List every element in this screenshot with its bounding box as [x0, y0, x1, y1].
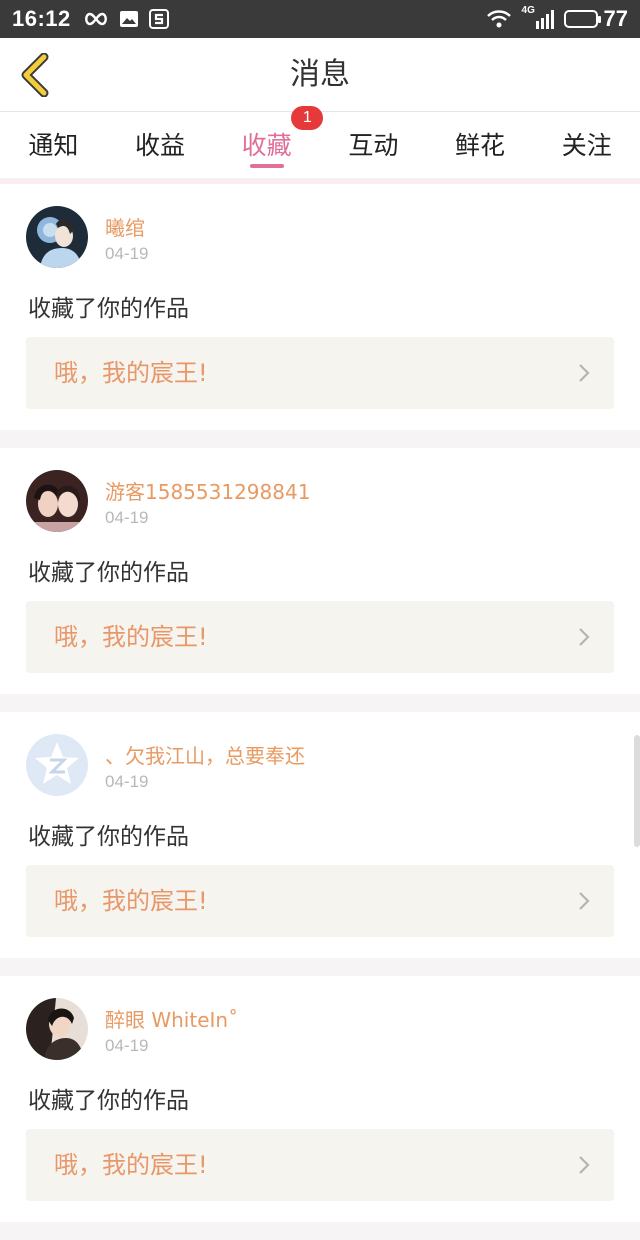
action-text: 收藏了你的作品 — [28, 296, 189, 322]
tab-favorites[interactable]: 收藏 1 — [213, 106, 324, 178]
tab-notifications[interactable]: 通知 — [0, 112, 107, 178]
tab-earnings[interactable]: 收益 — [107, 112, 214, 178]
wifi-icon — [486, 10, 511, 28]
signal-icon: 4G — [522, 5, 554, 29]
chevron-right-icon — [579, 628, 590, 646]
tab-label: 关注 — [561, 131, 612, 160]
work-title: 哦，我的宸王! — [54, 1151, 208, 1179]
network-type: 4G — [521, 5, 535, 16]
chevron-right-icon — [579, 1156, 590, 1174]
work-link[interactable]: 哦，我的宸王! — [26, 865, 614, 937]
work-title: 哦，我的宸王! — [54, 887, 208, 915]
tab-follows[interactable]: 关注 — [533, 112, 640, 178]
work-title: 哦，我的宸王! — [54, 359, 208, 387]
chevron-right-icon — [579, 892, 590, 910]
list-item: 曦绾 04-19 收藏了你的作品 哦，我的宸王! — [0, 184, 640, 430]
user-name[interactable]: 醉眼 WhiteIn˚ — [105, 1004, 238, 1033]
tab-label: 收藏 — [241, 131, 292, 160]
tab-label: 鲜花 — [455, 131, 506, 160]
scrollbar[interactable] — [634, 735, 640, 847]
action-text: 收藏了你的作品 — [28, 824, 189, 850]
list-item: 、欠我江山，总要奉还 04-19 收藏了你的作品 哦，我的宸王! — [0, 712, 640, 958]
active-tab-indicator — [249, 164, 284, 168]
app-s-icon — [148, 9, 169, 29]
work-link[interactable]: 哦，我的宸王! — [26, 1129, 614, 1201]
battery-percent: 77 — [603, 6, 628, 31]
chevron-right-icon — [579, 364, 590, 382]
tab-flowers[interactable]: 鲜花 — [427, 112, 534, 178]
tab-label: 互动 — [348, 131, 399, 160]
tab-label: 通知 — [28, 131, 79, 160]
avatar[interactable] — [26, 998, 88, 1060]
header: 消息 — [0, 38, 640, 112]
user-name[interactable]: 曦绾 — [105, 212, 145, 241]
tab-interactions[interactable]: 互动 — [320, 112, 427, 178]
battery-indicator: 77 — [563, 6, 628, 32]
timestamp: 04-19 — [105, 772, 149, 791]
battery-icon — [563, 10, 601, 28]
work-link[interactable]: 哦，我的宸王! — [26, 601, 614, 673]
timestamp: 04-19 — [105, 508, 149, 527]
timestamp: 04-19 — [105, 244, 149, 263]
default-avatar-icon — [26, 734, 88, 796]
tab-bar: 通知 收益 收藏 1 互动 鲜花 关注 — [0, 106, 640, 178]
avatar[interactable] — [26, 470, 88, 532]
image-icon — [119, 11, 138, 27]
avatar[interactable] — [26, 206, 88, 268]
list-item: 醉眼 WhiteIn˚ 04-19 收藏了你的作品 哦，我的宸王! — [0, 976, 640, 1222]
tab-label: 收益 — [135, 131, 186, 160]
status-bar: 16:12 4G 77 — [0, 0, 640, 38]
infinity-icon — [84, 12, 107, 26]
unread-badge: 1 — [291, 106, 324, 130]
action-text: 收藏了你的作品 — [28, 1088, 189, 1114]
work-title: 哦，我的宸王! — [54, 623, 208, 651]
action-text: 收藏了你的作品 — [28, 560, 189, 586]
user-name[interactable]: 游客1585531298841 — [105, 476, 310, 505]
user-name[interactable]: 、欠我江山，总要奉还 — [105, 740, 305, 769]
list-item: 游客1585531298841 04-19 收藏了你的作品 哦，我的宸王! — [0, 448, 640, 694]
work-link[interactable]: 哦，我的宸王! — [26, 337, 614, 409]
page-title: 消息 — [290, 57, 350, 92]
message-list: 曦绾 04-19 收藏了你的作品 哦，我的宸王! 游客1585531298841… — [0, 184, 640, 1240]
status-time: 16:12 — [12, 6, 71, 31]
avatar[interactable] — [26, 734, 88, 796]
timestamp: 04-19 — [105, 1036, 149, 1055]
